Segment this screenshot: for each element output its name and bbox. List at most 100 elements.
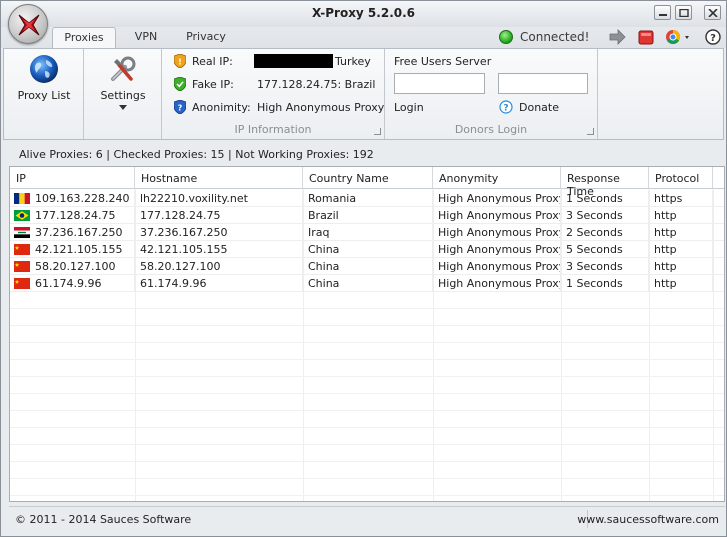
cell-country: Iraq	[303, 224, 433, 241]
column-header-country[interactable]: Country Name	[303, 167, 433, 188]
help-icon: ?	[705, 29, 721, 45]
connection-status: Connected!	[499, 29, 599, 45]
ip-information-caption: IP Information	[234, 123, 312, 136]
question-shield-icon: ?	[174, 100, 186, 114]
tab-proxies[interactable]: Proxies	[52, 27, 116, 49]
cell-ip: 177.128.24.75	[30, 207, 135, 224]
app-window: X-Proxy 5.2.0.6 Proxies VPN Privacy Conn…	[0, 0, 727, 537]
cell-response-time: 1 Seconds	[561, 275, 649, 292]
svg-text:?: ?	[503, 104, 508, 114]
cell-ip: 109.163.228.240	[30, 190, 135, 207]
cell-ip: 61.174.9.96	[30, 275, 135, 292]
ip-information-launcher[interactable]	[374, 128, 381, 135]
cell-anonymity: High Anonymous Proxy	[433, 275, 561, 292]
cell-country: China	[303, 275, 433, 292]
redacted-real-ip	[254, 54, 333, 68]
iraq-flag-icon	[14, 227, 30, 238]
ribbon-group-donors-login: Free Users Server Login ? Donate Donors …	[385, 49, 598, 139]
ribbon: Proxy List Settings ! Real IP: Turkey Fa…	[3, 48, 724, 140]
cell-response-time: 3 Seconds	[561, 207, 649, 224]
anonymity-label: Anonimity:	[192, 101, 251, 114]
column-header-protocol[interactable]: Protocol	[649, 167, 713, 188]
donors-login-caption: Donors Login	[454, 123, 528, 136]
maximize-button[interactable]	[675, 5, 692, 20]
table-row[interactable]: 109.163.228.240 lh22210.voxility.net Rom…	[10, 190, 724, 207]
login-link[interactable]: Login	[394, 101, 424, 117]
svg-text:?: ?	[178, 104, 183, 113]
tools-icon	[111, 56, 136, 81]
proxy-list-label: Proxy List	[17, 89, 71, 102]
copyright-text: © 2011 - 2014 Sauces Software	[15, 513, 192, 526]
cell-protocol: http	[649, 241, 713, 258]
column-header-hostname[interactable]: Hostname	[135, 167, 303, 188]
forward-arrow-icon	[609, 29, 626, 45]
cell-protocol: http	[649, 258, 713, 275]
column-header-response-time[interactable]: Response Time	[561, 167, 649, 198]
help-button[interactable]: ?	[704, 28, 722, 46]
cell-hostname: 177.128.24.75	[135, 207, 303, 224]
cell-anonymity: High Anonymous Proxy	[433, 207, 561, 224]
tab-privacy[interactable]: Privacy	[178, 27, 234, 48]
proxy-list-button[interactable]: Proxy List	[10, 53, 78, 102]
x-proxy-logo-icon	[18, 14, 40, 36]
globe-icon	[30, 55, 58, 83]
free-users-server-label: Free Users Server	[394, 55, 492, 68]
cell-protocol: http	[649, 207, 713, 224]
cell-anonymity: High Anonymous Proxy	[433, 241, 561, 258]
cell-ip: 58.20.127.100	[30, 258, 135, 275]
table-row[interactable]: 177.128.24.75 177.128.24.75 Brazil High …	[10, 207, 724, 224]
chevron-down-icon	[119, 105, 127, 110]
cell-hostname: 42.121.105.155	[135, 241, 303, 258]
cell-anonymity: High Anonymous Proxy	[433, 258, 561, 275]
cell-hostname: lh22210.voxility.net	[135, 190, 303, 207]
ribbon-group-proxy-list: Proxy List	[4, 49, 84, 139]
password-field[interactable]	[498, 73, 588, 94]
settings-button[interactable]: Settings	[90, 53, 156, 110]
cell-protocol: https	[649, 190, 713, 207]
cell-protocol: http	[649, 224, 713, 241]
stop-button[interactable]	[637, 28, 655, 46]
forward-arrow-button[interactable]	[608, 28, 626, 46]
cell-country: Romania	[303, 190, 433, 207]
fake-ip-label: Fake IP:	[192, 78, 234, 91]
cell-hostname: 37.236.167.250	[135, 224, 303, 241]
table-row[interactable]: 61.174.9.96 61.174.9.96 China High Anony…	[10, 275, 724, 292]
table-row[interactable]: 58.20.127.100 58.20.127.100 China High A…	[10, 258, 724, 275]
cell-ip: 37.236.167.250	[30, 224, 135, 241]
browser-select-button[interactable]	[665, 28, 693, 46]
svg-text:?: ?	[710, 33, 716, 44]
window-title: X-Proxy 5.2.0.6	[311, 6, 416, 20]
cell-country: Brazil	[303, 207, 433, 224]
cell-country: China	[303, 258, 433, 275]
column-header-anonymity[interactable]: Anonymity	[433, 167, 561, 188]
cell-country: China	[303, 241, 433, 258]
romania-flag-icon	[14, 193, 30, 204]
cell-anonymity: High Anonymous Proxy	[433, 224, 561, 241]
minimize-icon	[659, 14, 667, 16]
fake-ip-value: 177.128.24.75: Brazil	[257, 78, 376, 91]
table-row[interactable]: 37.236.167.250 37.236.167.250 Iraq High …	[10, 224, 724, 241]
china-flag-icon	[14, 244, 30, 255]
cell-response-time: 1 Seconds	[561, 190, 649, 207]
tab-vpn[interactable]: VPN	[124, 27, 168, 48]
real-ip-country: Turkey	[335, 55, 371, 68]
settings-label: Settings	[100, 89, 146, 102]
donate-button[interactable]: ? Donate	[499, 100, 569, 116]
status-indicator-icon	[499, 30, 513, 44]
app-menu-button[interactable]	[8, 4, 48, 44]
website-link[interactable]: www.saucessoftware.com	[577, 513, 719, 526]
minimize-button[interactable]	[654, 5, 671, 20]
proxy-table[interactable]: IP Hostname Country Name Anonymity Respo…	[9, 166, 725, 502]
anonymity-value: High Anonymous Proxy	[257, 101, 385, 114]
title-bar[interactable]: X-Proxy 5.2.0.6	[1, 1, 726, 27]
column-header-ip[interactable]: IP	[10, 167, 135, 188]
table-row[interactable]: 42.121.105.155 42.121.105.155 China High…	[10, 241, 724, 258]
chrome-browser-icon	[666, 29, 689, 44]
donors-login-launcher[interactable]	[587, 128, 594, 135]
close-button[interactable]	[704, 5, 721, 20]
ribbon-group-ip-information: ! Real IP: Turkey Fake IP: 177.128.24.75…	[162, 49, 385, 139]
china-flag-icon	[14, 261, 30, 272]
cell-hostname: 61.174.9.96	[135, 275, 303, 292]
username-field[interactable]	[394, 73, 485, 94]
chevron-down-icon	[685, 36, 689, 39]
